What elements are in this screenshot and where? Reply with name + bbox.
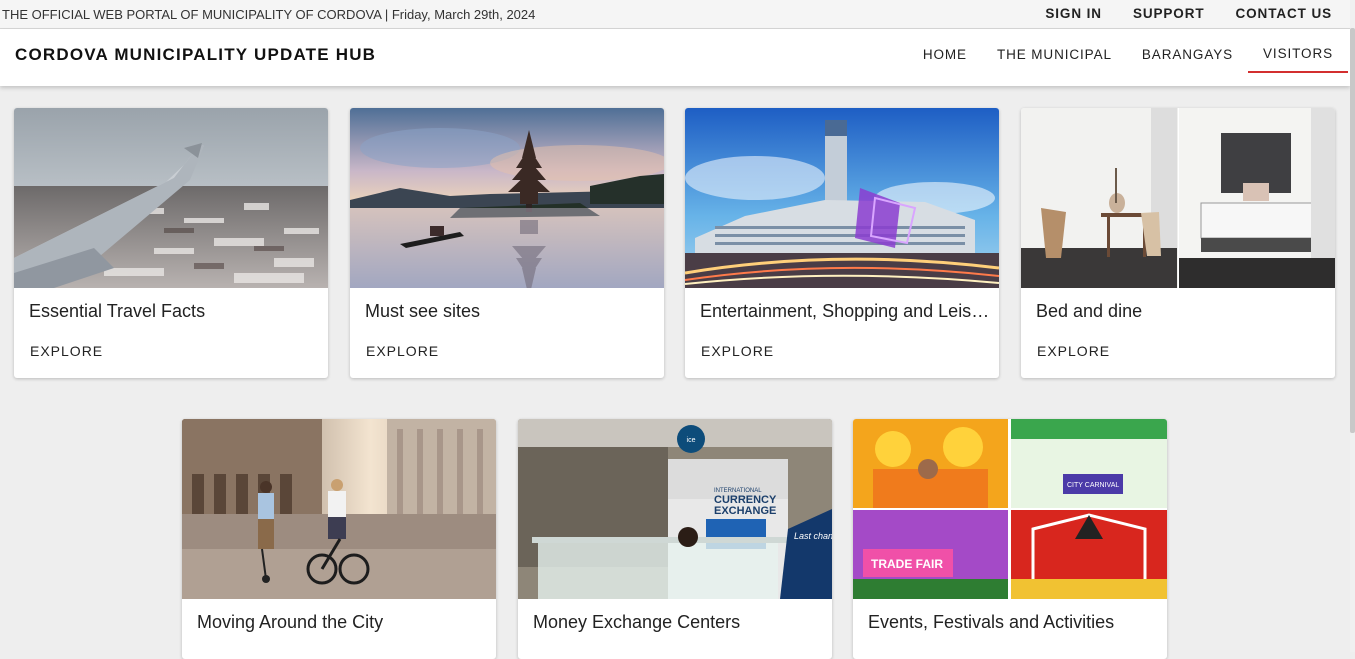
festival-banner-trade-fair: TRADE FAIR bbox=[871, 557, 943, 571]
temple-lake-image bbox=[350, 108, 664, 288]
card-entertainment-shopping-leisure[interactable]: Entertainment, Shopping and Leisure EXPL… bbox=[685, 108, 999, 378]
currency-banner-text: Last chance to buy currency! bbox=[794, 531, 832, 541]
main-header: CORDOVA MUNICIPALITY UPDATE HUB HOME THE… bbox=[0, 29, 1350, 86]
festival-banner-city-carnival: CITY CARNIVAL bbox=[1067, 482, 1119, 489]
portal-date-text: THE OFFICIAL WEB PORTAL OF MUNICIPALITY … bbox=[2, 7, 536, 22]
explore-button[interactable]: EXPLORE bbox=[1037, 343, 1110, 359]
card-bed-and-dine[interactable]: Bed and dine EXPLORE bbox=[1021, 108, 1335, 378]
card-title: Entertainment, Shopping and Leisure bbox=[700, 301, 990, 321]
cyclists-plaza-image bbox=[182, 419, 496, 599]
scrollbar-thumb[interactable] bbox=[1350, 28, 1355, 433]
main-navigation: HOME THE MUNICIPAL BARANGAYS VISITORS bbox=[908, 29, 1350, 86]
card-title: Essential Travel Facts bbox=[29, 301, 206, 321]
card-title: Moving Around the City bbox=[197, 612, 384, 632]
nav-home[interactable]: HOME bbox=[908, 29, 982, 86]
nav-visitors[interactable]: VISITORS bbox=[1248, 29, 1348, 73]
card-moving-around-the-city[interactable]: Moving Around the City bbox=[182, 419, 496, 659]
card-title: Must see sites bbox=[365, 301, 481, 321]
currency-logo-text: ice bbox=[687, 437, 696, 444]
top-utility-bar: THE OFFICIAL WEB PORTAL OF MUNICIPALITY … bbox=[0, 0, 1350, 29]
utility-links: SIGN IN SUPPORT CONTACT US bbox=[1045, 6, 1332, 21]
sign-in-link[interactable]: SIGN IN bbox=[1045, 6, 1102, 21]
support-link[interactable]: SUPPORT bbox=[1133, 6, 1205, 21]
currency-sign-exchange: EXCHANGE bbox=[714, 505, 776, 517]
festival-collage-image: CITY CARNIVAL TRADE FAIR bbox=[853, 419, 1167, 599]
nav-barangays[interactable]: BARANGAYS bbox=[1127, 29, 1248, 86]
explore-button[interactable]: EXPLORE bbox=[701, 343, 774, 359]
explore-button[interactable]: EXPLORE bbox=[366, 343, 439, 359]
card-title: Events, Festivals and Activities bbox=[868, 612, 1115, 632]
card-events-festivals-activities[interactable]: CITY CARNIVAL TRADE FAIR Events, Festiva… bbox=[853, 419, 1167, 659]
nav-the-municipal[interactable]: THE MUNICIPAL bbox=[982, 29, 1127, 86]
card-must-see-sites[interactable]: Must see sites EXPLORE bbox=[350, 108, 664, 378]
explore-button[interactable]: EXPLORE bbox=[30, 343, 103, 359]
card-title: Bed and dine bbox=[1036, 301, 1143, 321]
site-brand[interactable]: CORDOVA MUNICIPALITY UPDATE HUB bbox=[15, 45, 376, 65]
mall-tower-image bbox=[685, 108, 999, 288]
card-title: Money Exchange Centers bbox=[533, 612, 741, 632]
card-money-exchange-centers[interactable]: ice INTERNATIONAL CURRENCY EXCHANGE Last… bbox=[518, 419, 832, 659]
currency-exchange-image: ice INTERNATIONAL CURRENCY EXCHANGE Last… bbox=[518, 419, 832, 599]
airplane-wing-image bbox=[14, 108, 328, 288]
contact-us-link[interactable]: CONTACT US bbox=[1236, 6, 1333, 21]
card-essential-travel-facts[interactable]: Essential Travel Facts EXPLORE bbox=[14, 108, 328, 378]
page-scrollbar[interactable] bbox=[1350, 0, 1355, 652]
dining-bedroom-image bbox=[1021, 108, 1335, 288]
